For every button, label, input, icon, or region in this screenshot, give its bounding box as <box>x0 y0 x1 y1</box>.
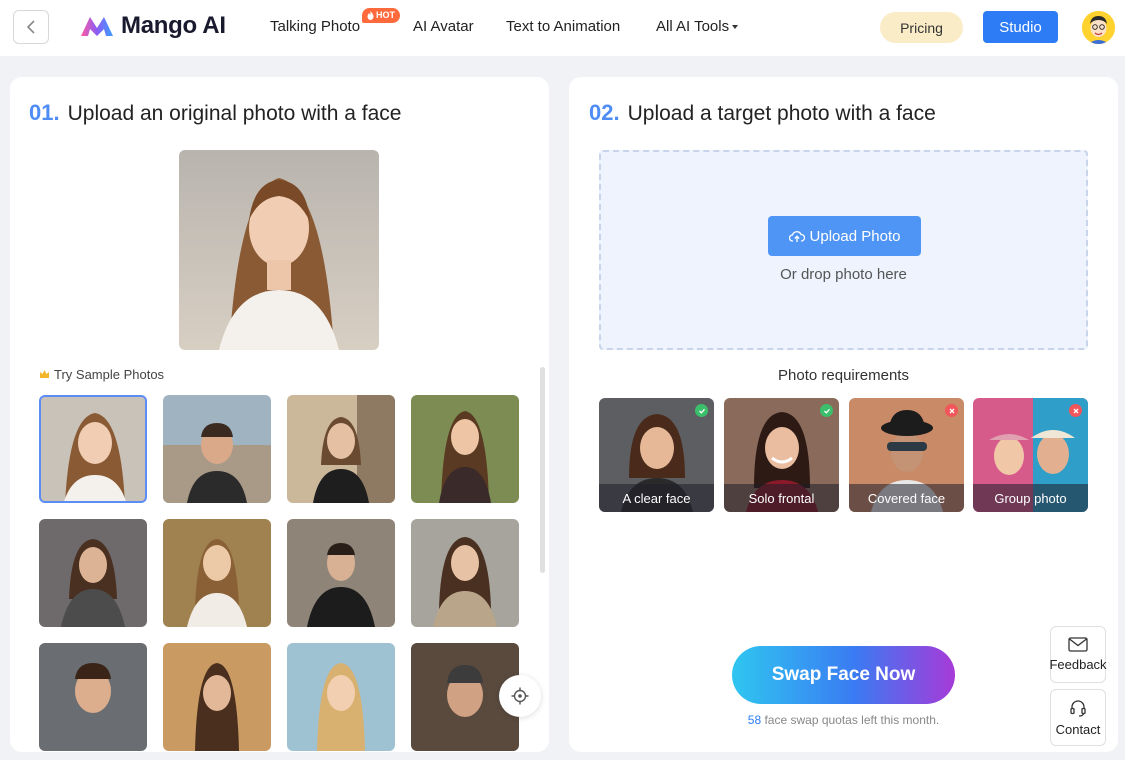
flame-icon <box>367 11 374 20</box>
portrait-woman-image <box>179 150 379 350</box>
nav-ai-avatar[interactable]: AI Avatar <box>413 18 474 35</box>
requirement-card: Covered face <box>849 398 964 512</box>
back-button[interactable] <box>13 10 49 44</box>
brand-logo[interactable]: Mango AI <box>79 12 226 40</box>
sample-photo[interactable] <box>39 395 147 503</box>
sample-photos-label: Try Sample Photos <box>39 367 164 382</box>
nav-talking-photo[interactable]: Talking Photo <box>270 18 360 35</box>
check-icon <box>820 404 833 417</box>
step-2-title: 02. Upload a target photo with a face <box>589 100 936 126</box>
sample-photo[interactable] <box>411 519 519 627</box>
pricing-button[interactable]: Pricing <box>880 12 963 43</box>
sample-photo[interactable] <box>287 519 395 627</box>
crosshair-icon <box>511 687 529 705</box>
chevron-left-icon <box>26 20 35 34</box>
studio-button[interactable]: Studio <box>983 11 1058 43</box>
feedback-button[interactable]: Feedback <box>1049 626 1107 683</box>
sample-photo[interactable] <box>411 395 519 503</box>
step-1-number: 01. <box>29 100 60 125</box>
cross-icon <box>1069 404 1082 417</box>
step-2-text: Upload a target photo with a face <box>627 102 936 125</box>
requirement-label: Solo frontal <box>724 484 839 512</box>
step-1-text: Upload an original photo with a face <box>67 102 402 125</box>
requirement-label: A clear face <box>599 484 714 512</box>
sample-photo[interactable] <box>39 643 147 751</box>
contact-button[interactable]: Contact <box>1050 689 1106 746</box>
step-1-title: 01. Upload an original photo with a face <box>29 100 401 126</box>
locate-button[interactable] <box>499 675 541 717</box>
quota-count: 58 <box>747 713 762 727</box>
original-photo-panel: 01. Upload an original photo with a face… <box>10 77 549 752</box>
cross-icon <box>945 404 958 417</box>
photo-drop-zone[interactable]: Upload Photo Or drop photo here <box>599 150 1088 350</box>
mail-icon <box>1068 637 1088 652</box>
sample-photo[interactable] <box>287 643 395 751</box>
sample-photo[interactable] <box>39 519 147 627</box>
requirement-card: Group photo <box>973 398 1088 512</box>
original-photo-preview[interactable] <box>179 150 379 350</box>
cloud-upload-icon <box>788 230 805 242</box>
headset-icon <box>1070 699 1086 717</box>
requirement-card: Solo frontal <box>724 398 839 512</box>
nav-text-to-animation[interactable]: Text to Animation <box>506 18 620 35</box>
sample-photo[interactable] <box>163 395 271 503</box>
requirement-label: Covered face <box>849 484 964 512</box>
crown-icon <box>40 370 49 378</box>
quota-text: 58 face swap quotas left this month. <box>747 713 940 727</box>
sample-scrollbar[interactable] <box>540 367 545 573</box>
mango-logo-icon <box>81 17 113 36</box>
drop-hint: Or drop photo here <box>780 266 907 283</box>
sample-photo[interactable] <box>163 643 271 751</box>
sample-photo[interactable] <box>287 395 395 503</box>
target-photo-panel: 02. Upload a target photo with a face Up… <box>569 77 1118 752</box>
brand-name: Mango AI <box>121 12 226 39</box>
hot-badge: HOT <box>362 8 400 23</box>
nav-all-ai-tools[interactable]: All AI Tools <box>656 18 739 35</box>
sample-photo[interactable] <box>163 519 271 627</box>
swap-face-button[interactable]: Swap Face Now <box>732 646 955 704</box>
user-avatar[interactable] <box>1082 11 1115 44</box>
requirement-label: Group photo <box>973 484 1088 512</box>
top-bar: Mango AI Talking Photo HOT AI Avatar Tex… <box>0 0 1125 56</box>
avatar-illustration <box>1082 11 1115 44</box>
step-2-number: 02. <box>589 100 620 125</box>
requirements-title: Photo requirements <box>778 367 909 384</box>
check-icon <box>695 404 708 417</box>
caret-down-icon <box>732 25 739 30</box>
upload-photo-button[interactable]: Upload Photo <box>768 216 921 256</box>
requirement-card: A clear face <box>599 398 714 512</box>
